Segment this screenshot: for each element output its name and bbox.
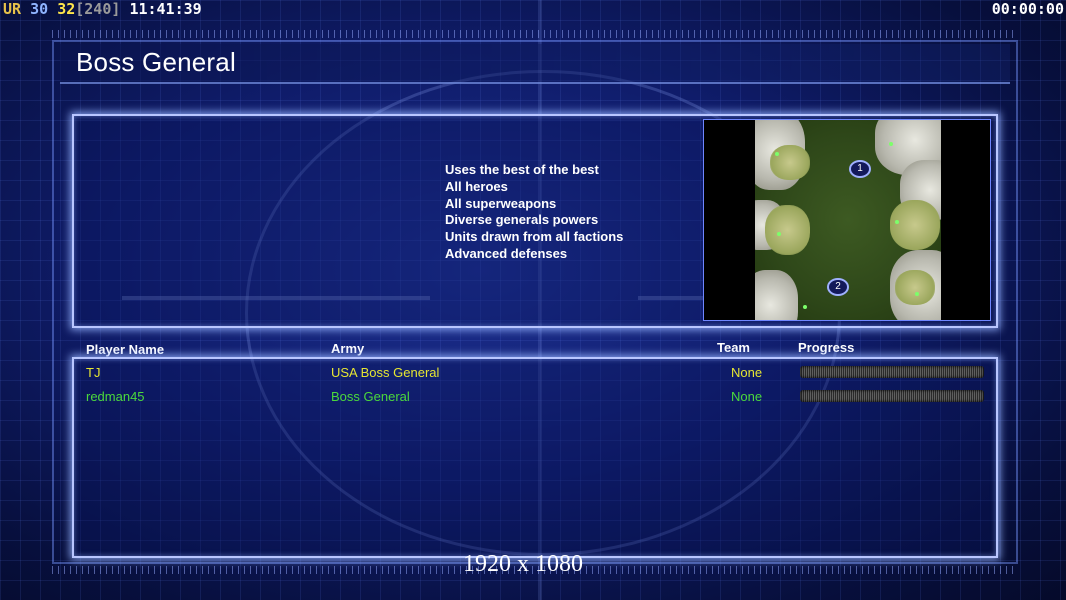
map-unit-dot	[889, 142, 893, 146]
description-line: Uses the best of the best	[445, 162, 599, 177]
hud-fps-secondary: 32	[57, 0, 76, 18]
hud-timer: 00:00:00	[991, 0, 1064, 18]
map-unit-dot	[777, 232, 781, 236]
page-title: Boss General	[76, 47, 236, 77]
map-grass	[895, 270, 935, 305]
description-line: Units drawn from all factions	[445, 229, 624, 245]
map-rock	[755, 270, 798, 320]
players-panel	[72, 357, 998, 558]
description-line: All heroes	[445, 178, 508, 194]
hud-clock: 11:41:39	[129, 0, 202, 18]
description-line: Diverse generals powers	[445, 212, 599, 228]
description-line: All superweapons	[445, 195, 557, 211]
column-header-team: Team	[717, 340, 750, 355]
player-name: redman45	[86, 389, 145, 404]
column-header-army: Army	[331, 341, 365, 356]
map-unit-dot	[895, 220, 899, 224]
player-army[interactable]: USA Boss General	[331, 365, 439, 380]
column-header-progress: Progress	[798, 340, 855, 355]
map-grass	[770, 145, 810, 180]
hud-bracket: [240]	[75, 0, 121, 18]
player-team[interactable]: None	[731, 365, 762, 380]
player-army[interactable]: Boss General	[331, 389, 410, 404]
start-position-2-marker[interactable]: 2	[827, 278, 849, 296]
column-header-player: Player Name	[86, 342, 165, 357]
player-progress-bar	[800, 366, 984, 378]
start-position-1-marker[interactable]: 1	[849, 160, 871, 178]
description-text: Uses the best of the best All heroes All…	[445, 162, 623, 263]
hud-fps: 30	[30, 0, 49, 18]
hud-stats: UR 30 32[240] 11:41:39	[3, 0, 202, 18]
hud-ur: UR	[3, 0, 22, 18]
map-preview[interactable]: 1 2	[703, 119, 991, 321]
map-terrain: 1 2	[755, 120, 941, 320]
player-progress-bar	[800, 390, 984, 402]
map-unit-dot	[803, 305, 807, 309]
map-unit-dot	[775, 152, 779, 156]
map-grass	[765, 205, 810, 255]
map-grass	[890, 200, 940, 250]
top-ruler	[52, 30, 1014, 38]
description-line: Advanced defenses	[445, 245, 568, 261]
resolution-label: 1920 x 1080	[463, 551, 583, 577]
player-name: TJ	[86, 365, 101, 380]
map-unit-dot	[915, 292, 919, 296]
player-team[interactable]: None	[731, 389, 762, 404]
